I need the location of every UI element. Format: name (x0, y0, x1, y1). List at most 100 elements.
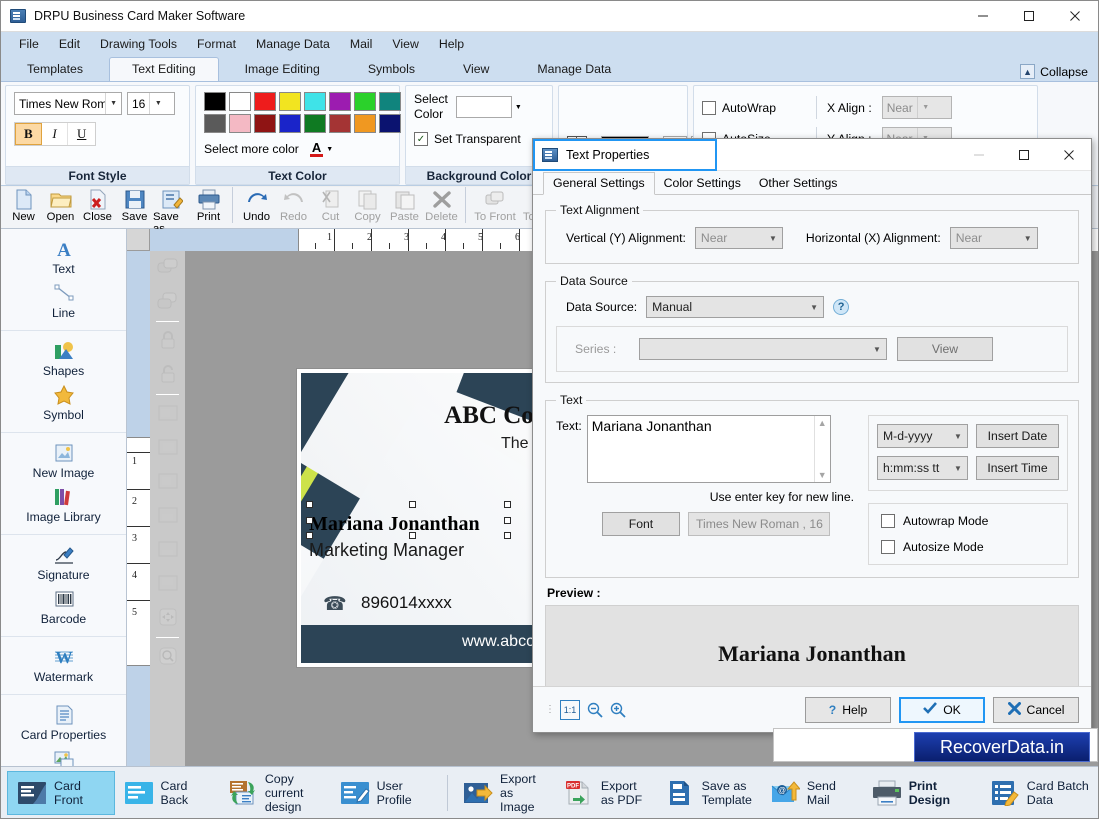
tab-view[interactable]: View (441, 58, 511, 81)
collapse-ribbon-button[interactable]: ▲ Collapse (1020, 64, 1088, 79)
sidebar-item-image-library[interactable]: Image Library (1, 483, 126, 527)
zoom-in-icon[interactable] (608, 700, 628, 720)
vtool-unlock[interactable] (150, 358, 185, 392)
dialog-maximize-button[interactable] (1001, 139, 1046, 171)
horizontal-alignment-select[interactable]: Near ▼ (949, 227, 1038, 249)
menu-help[interactable]: Help (429, 34, 474, 54)
chevron-down-icon[interactable]: ▼ (515, 104, 522, 111)
card-person-name[interactable]: Mariana Jonanthan (309, 513, 480, 536)
set-transparent-checkbox[interactable]: ✓ (414, 132, 428, 146)
grip-handle[interactable]: ⋮ (545, 704, 556, 715)
maximize-button[interactable] (1006, 1, 1052, 32)
dialog-title-bar[interactable]: Text Properties (533, 139, 1091, 171)
bottom-card-batch-data[interactable]: Card Batch Data (981, 771, 1098, 815)
swatch-green[interactable] (354, 92, 376, 111)
swatch-cyan[interactable] (304, 92, 326, 111)
italic-button[interactable]: I (42, 123, 69, 145)
toolbar-close[interactable]: Close (79, 187, 116, 223)
selection-handle-mr[interactable] (504, 517, 511, 524)
dialog-tab-general-settings[interactable]: General Settings (543, 172, 655, 195)
vtool-align-left[interactable] (150, 397, 185, 431)
toolbar-save-as[interactable]: Save as (153, 187, 190, 235)
sidebar-item-barcode[interactable]: Barcode (1, 585, 126, 629)
sidebar-item-card-properties[interactable]: Card Properties (1, 701, 126, 745)
selection-handle-br[interactable] (504, 532, 511, 539)
menu-mail[interactable]: Mail (340, 34, 383, 54)
toolbar-undo[interactable]: Undo (238, 187, 275, 223)
vtool-zoom[interactable] (150, 640, 185, 674)
sidebar-item-shapes[interactable]: Shapes (1, 337, 126, 381)
bold-button[interactable]: B (15, 123, 42, 145)
toolbar-copy[interactable]: Copy (349, 187, 386, 223)
series-select[interactable]: ▼ (639, 338, 887, 360)
bottom-print-design[interactable]: Print Design (863, 771, 981, 815)
vtool-align-top[interactable] (150, 499, 185, 533)
swatch-gray[interactable] (204, 114, 226, 133)
toolbar-open[interactable]: Open (42, 187, 79, 223)
swatch-red[interactable] (254, 92, 276, 111)
sidebar-item-line[interactable]: Line (1, 279, 126, 323)
menu-drawing-tools[interactable]: Drawing Tools (90, 34, 187, 54)
swatch-white[interactable] (229, 92, 251, 111)
vtool-lock[interactable] (150, 324, 185, 358)
bottom-send-mail[interactable]: @ Send Mail (761, 771, 863, 815)
close-button[interactable] (1052, 1, 1098, 32)
ok-button[interactable]: OK (899, 696, 985, 723)
swatch-darkred[interactable] (254, 114, 276, 133)
swatch-navy[interactable] (379, 114, 401, 133)
bottom-save-as-template[interactable]: Save as Template (656, 771, 761, 815)
tab-text-editing[interactable]: Text Editing (109, 57, 219, 82)
toolbar-paste[interactable]: Paste (386, 187, 423, 223)
vtool-align-middle[interactable] (150, 533, 185, 567)
swatch-black[interactable] (204, 92, 226, 111)
font-size-combo[interactable]: 16 ▼ (127, 92, 175, 115)
swatch-teal[interactable] (379, 92, 401, 111)
zoom-reset-button[interactable]: 1:1 (560, 699, 580, 720)
toolbar-delete[interactable]: Delete (423, 187, 460, 223)
toolbar-to-front[interactable]: To Front (471, 187, 519, 223)
text-input-wrapper[interactable]: ▲ ▼ (586, 415, 831, 483)
font-family-combo[interactable]: Times New Rom ▼ (14, 92, 122, 115)
toolbar-save[interactable]: Save (116, 187, 153, 223)
text-properties-dialog[interactable]: Text Properties General Settings Color S… (532, 138, 1092, 733)
toolbar-print[interactable]: Print (190, 187, 227, 223)
underline-button[interactable]: U (68, 123, 95, 145)
menu-manage-data[interactable]: Manage Data (246, 34, 340, 54)
vtool-align-right[interactable] (150, 465, 185, 499)
selection-handle-tr[interactable] (504, 501, 511, 508)
vtool-fit[interactable] (150, 601, 185, 635)
bottom-copy-current-design[interactable]: Copy current design (219, 771, 331, 815)
vtool-to-back[interactable] (150, 285, 185, 319)
swatch-orange[interactable] (354, 114, 376, 133)
tab-manage-data[interactable]: Manage Data (515, 58, 633, 81)
select-more-color-label[interactable]: Select more color (204, 142, 299, 156)
swatch-purple[interactable] (329, 92, 351, 111)
help-button[interactable]: ? Help (805, 696, 891, 723)
autowrap-row[interactable]: AutoWrap (702, 100, 806, 115)
dialog-tab-color-settings[interactable]: Color Settings (655, 173, 750, 194)
date-format-select[interactable]: M-d-yyyy ▼ (877, 424, 968, 448)
sidebar-item-new-image[interactable]: New Image (1, 439, 126, 483)
data-source-select[interactable]: Manual ▼ (646, 296, 825, 318)
bottom-export-as-image[interactable]: Export as Image (454, 771, 555, 815)
menu-view[interactable]: View (382, 34, 428, 54)
vtool-align-bottom[interactable] (150, 567, 185, 601)
menu-format[interactable]: Format (187, 34, 246, 54)
chevron-up-icon[interactable]: ▲ (818, 418, 827, 428)
swatch-yellow[interactable] (279, 92, 301, 111)
view-series-button[interactable]: View (897, 337, 993, 361)
menu-edit[interactable]: Edit (49, 34, 90, 54)
selection-handle-ml[interactable] (306, 517, 313, 524)
sidebar-item-signature[interactable]: Signature (1, 541, 126, 585)
tab-symbols[interactable]: Symbols (346, 58, 437, 81)
swatch-pink[interactable] (229, 114, 251, 133)
selection-handle-tl[interactable] (306, 501, 313, 508)
time-format-select[interactable]: h:mm:ss tt ▼ (877, 456, 968, 480)
autosize-mode-checkbox[interactable] (881, 540, 895, 554)
minimize-button[interactable] (960, 1, 1006, 32)
tab-templates[interactable]: Templates (5, 58, 105, 81)
dialog-tab-other-settings[interactable]: Other Settings (750, 173, 847, 194)
autowrap-mode-checkbox[interactable] (881, 514, 895, 528)
insert-date-button[interactable]: Insert Date (975, 424, 1059, 448)
vtool-align-center[interactable] (150, 431, 185, 465)
